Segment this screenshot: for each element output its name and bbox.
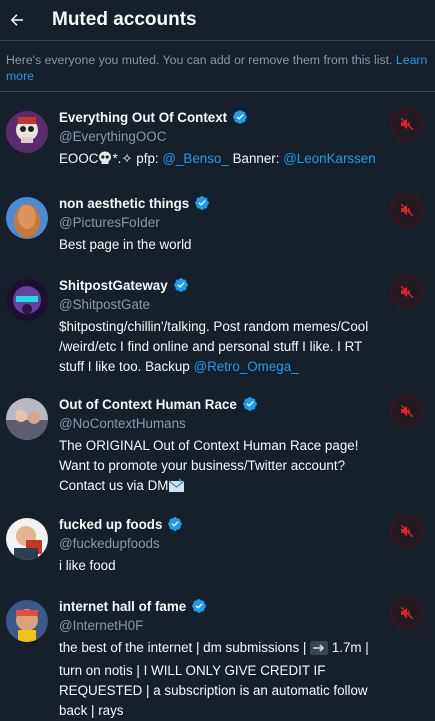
- account-name[interactable]: Everything Out Of Context: [59, 110, 227, 125]
- avatar[interactable]: [6, 600, 48, 642]
- avatar[interactable]: [6, 279, 48, 321]
- account-name[interactable]: internet hall of fame: [59, 599, 186, 614]
- account-name[interactable]: fucked up foods: [59, 517, 162, 532]
- account-handle: @EverythingOOC: [59, 129, 167, 144]
- muted-account-row[interactable]: Everything Out Of Context @EverythingOOC…: [0, 108, 435, 170]
- muted-accounts-list: Everything Out Of Context @EverythingOOC…: [0, 108, 435, 718]
- muted-account-row[interactable]: internet hall of fame @InternetH0F the b…: [0, 597, 435, 718]
- bio-mention[interactable]: @_Benso_: [162, 151, 228, 166]
- avatar[interactable]: [6, 111, 48, 153]
- back-button[interactable]: [2, 5, 32, 35]
- page-title: Muted accounts: [52, 9, 197, 30]
- description-divider: [0, 91, 435, 92]
- arrow-left-icon: [10, 14, 23, 26]
- arrow-right-icon: [310, 641, 329, 661]
- account-handle: @ShitpostGate: [59, 297, 151, 312]
- unmute-button[interactable]: [391, 276, 423, 308]
- avatar[interactable]: [6, 197, 48, 239]
- account-handle: @InternetH0F: [59, 618, 144, 633]
- account-handle: @PicturesFoIder: [59, 215, 160, 230]
- verified-badge-icon: [242, 396, 258, 412]
- muted-speaker-icon: [400, 524, 414, 538]
- account-bio: Best page in the world: [59, 237, 192, 252]
- verified-badge-icon: [194, 195, 210, 211]
- bio-mention[interactable]: @LeonKarssen: [283, 151, 376, 166]
- unmute-button[interactable]: [391, 194, 423, 226]
- unmute-button[interactable]: [391, 108, 423, 140]
- muted-speaker-icon: [400, 203, 414, 217]
- muted-speaker-icon: [400, 404, 414, 418]
- account-name[interactable]: ShitpostGateway: [59, 278, 168, 293]
- avatar[interactable]: [6, 398, 48, 440]
- account-bio: $hitposting/chillin'/talking. Post rando…: [59, 319, 369, 374]
- muted-account-row[interactable]: non aesthetic things @PicturesFoIder Bes…: [0, 194, 435, 255]
- header-bar: Muted accounts: [0, 0, 435, 40]
- envelope-icon: [168, 478, 185, 499]
- unmute-button[interactable]: [391, 515, 423, 547]
- verified-badge-icon: [232, 109, 248, 125]
- muted-speaker-icon: [400, 285, 414, 299]
- muted-speaker-icon: [400, 117, 414, 131]
- muted-account-row[interactable]: ShitpostGateway @ShitpostGate $hitpostin…: [0, 276, 435, 374]
- muted-account-row[interactable]: fucked up foods @fuckedupfoods i like fo…: [0, 515, 435, 576]
- muted-description: Here's everyone you muted. You can add o…: [0, 41, 435, 91]
- account-bio: The ORIGINAL Out of Context Human Race p…: [59, 436, 385, 499]
- account-handle: @fuckedupfoods: [59, 536, 160, 551]
- account-handle: @NoContextHumans: [59, 416, 186, 431]
- avatar[interactable]: [6, 518, 48, 560]
- skull-icon: [98, 151, 112, 172]
- unmute-button[interactable]: [391, 597, 423, 629]
- verified-badge-icon: [191, 598, 207, 614]
- account-bio: i like food: [59, 558, 116, 573]
- unmute-button[interactable]: [391, 395, 423, 427]
- account-name[interactable]: non aesthetic things: [59, 196, 189, 211]
- verified-badge-icon: [167, 516, 183, 532]
- bio-mention[interactable]: @Retro_Omega_: [193, 359, 298, 374]
- account-bio: EOOC *.✧ pfp: @_Benso_ Banner: @LeonKarss…: [59, 149, 385, 172]
- muted-speaker-icon: [400, 606, 414, 620]
- account-name[interactable]: Out of Context Human Race: [59, 397, 237, 412]
- description-text: Here's everyone you muted. You can add o…: [6, 53, 396, 67]
- verified-badge-icon: [173, 277, 189, 293]
- muted-account-row[interactable]: Out of Context Human Race @NoContextHuma…: [0, 395, 435, 493]
